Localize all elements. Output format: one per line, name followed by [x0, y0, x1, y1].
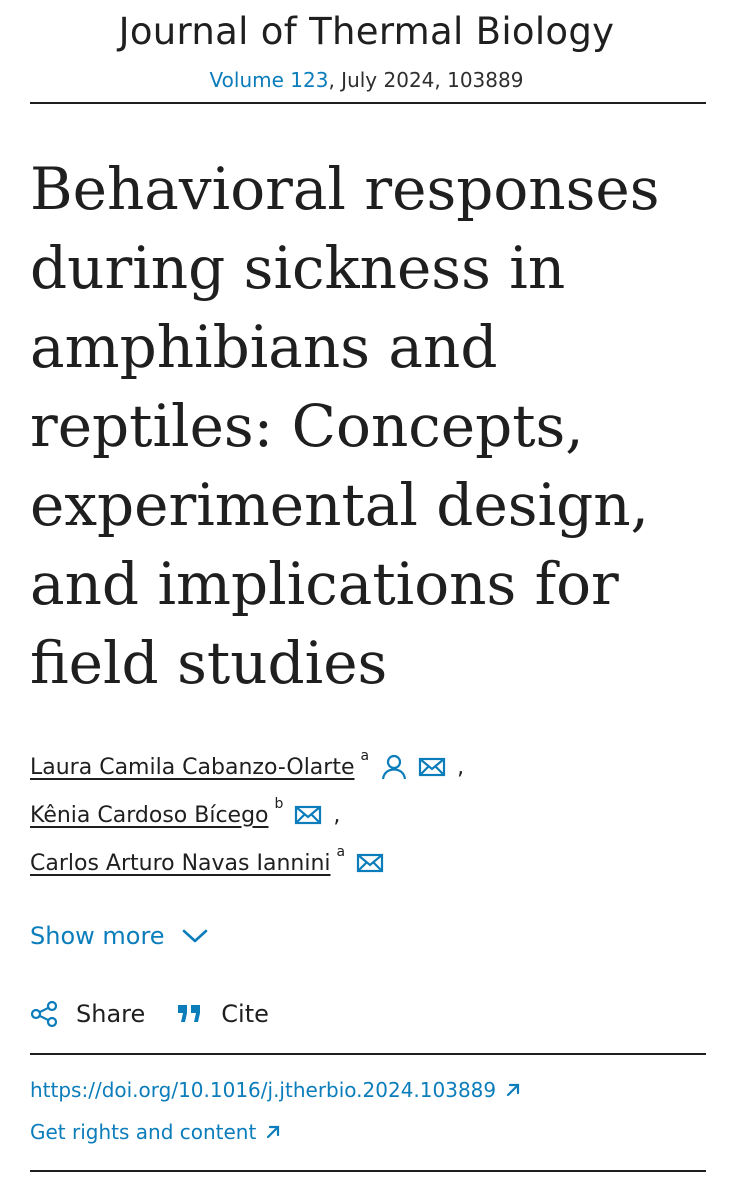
- chevron-down-icon: [181, 927, 209, 945]
- volume-link[interactable]: Volume 123: [210, 68, 329, 92]
- author-separator: ,: [457, 754, 465, 780]
- quote-icon: [177, 1003, 203, 1025]
- issue-date-number: , July 2024, 103889: [328, 68, 524, 92]
- author-affiliation[interactable]: a: [361, 748, 370, 764]
- author-name-link[interactable]: Kênia Cardoso Bícego: [30, 803, 269, 828]
- author-separator: ,: [333, 802, 341, 828]
- author-affiliation[interactable]: a: [337, 844, 346, 860]
- article-header-page: Journal of Thermal Biology Volume 123, J…: [0, 0, 733, 1200]
- rights-text: Get rights and content: [30, 1120, 257, 1144]
- author-row: Kênia Cardoso Bícego b ,: [30, 796, 341, 832]
- external-link-icon: [264, 1123, 282, 1141]
- doi-link[interactable]: https://doi.org/10.1016/j.jtherbio.2024.…: [30, 1078, 522, 1102]
- show-more-label: Show more: [30, 922, 165, 950]
- rights-link[interactable]: Get rights and content: [30, 1120, 282, 1144]
- share-label: Share: [76, 1000, 146, 1028]
- share-button[interactable]: Share: [30, 1000, 145, 1028]
- article-title: Behavioral responses during sickness in …: [30, 155, 660, 697]
- journal-name[interactable]: Journal of Thermal Biology: [0, 10, 733, 53]
- mail-icon[interactable]: [417, 755, 447, 779]
- share-icon: [30, 1000, 58, 1028]
- author-name-link[interactable]: Laura Camila Cabanzo-Olarte: [30, 755, 355, 780]
- author-row: Carlos Arturo Navas Iannini a: [30, 844, 393, 880]
- author-affiliation[interactable]: b: [275, 796, 284, 812]
- doi-text: https://doi.org/10.1016/j.jtherbio.2024.…: [30, 1078, 497, 1102]
- cite-button[interactable]: Cite: [177, 1000, 269, 1028]
- author-row: Laura Camila Cabanzo-Olarte a ,: [30, 748, 465, 784]
- person-icon[interactable]: [379, 752, 409, 782]
- issue-info: Volume 123, July 2024, 103889: [0, 68, 733, 92]
- header-divider: [30, 102, 706, 104]
- mail-icon[interactable]: [355, 851, 385, 875]
- show-more-button[interactable]: Show more: [30, 922, 209, 950]
- actions-divider: [30, 1053, 706, 1055]
- author-name-link[interactable]: Carlos Arturo Navas Iannini: [30, 851, 331, 876]
- mail-icon[interactable]: [293, 803, 323, 827]
- external-link-icon: [504, 1081, 522, 1099]
- article-actions: Share Cite: [30, 1000, 301, 1028]
- cite-label: Cite: [221, 1000, 269, 1028]
- bottom-divider: [30, 1170, 706, 1172]
